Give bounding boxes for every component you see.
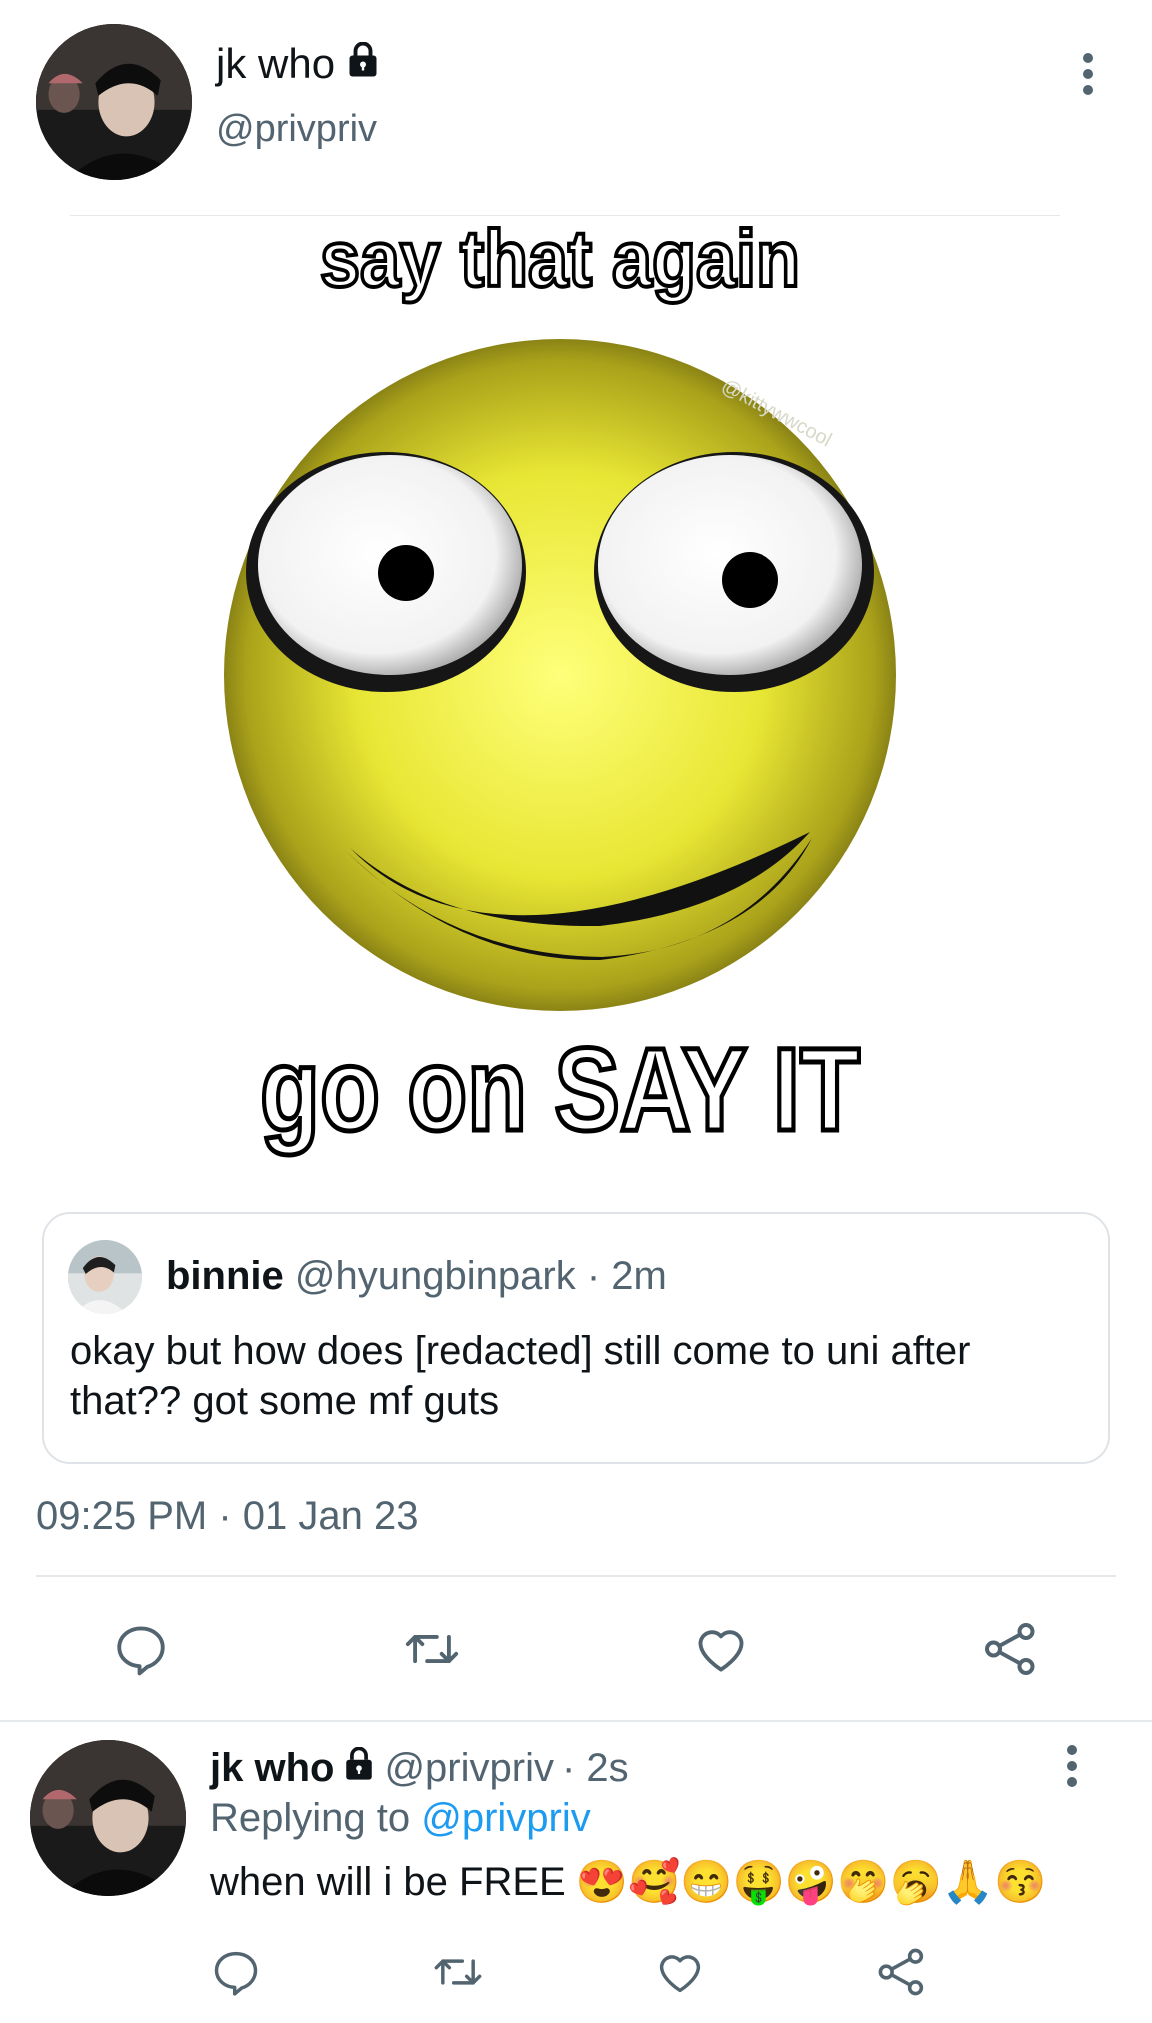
reply-icon[interactable]: [106, 1614, 176, 1684]
retweet-icon[interactable]: [397, 1614, 467, 1684]
emoji-row: 😍🥰😁🤑🤪🤭🥱🙏😚: [575, 1858, 1047, 1905]
timestamp-divider: [36, 1575, 1116, 1577]
reply-header: jk who @privpriv · 2s: [210, 1746, 629, 1791]
lock-icon: [345, 40, 381, 88]
like-icon[interactable]: [648, 1940, 712, 2004]
share-icon[interactable]: [976, 1614, 1046, 1684]
retweet-icon[interactable]: [426, 1940, 490, 2004]
tweet-timestamp[interactable]: 09:25 PM · 01 Jan 23: [36, 1494, 418, 1539]
more-options-icon[interactable]: [1068, 44, 1108, 104]
quoted-tweet-card[interactable]: binnie @hyungbinpark · 2m okay but how d…: [42, 1212, 1110, 1464]
reply-text: when will i be FREE 😍🥰😁🤑🤪🤭🥱🙏😚: [210, 1858, 1047, 1905]
replying-to-mention[interactable]: @privpriv: [421, 1796, 591, 1840]
meme-top-text: say that again: [320, 220, 800, 303]
author-name[interactable]: jk who: [216, 40, 381, 88]
media-divider: [70, 215, 1060, 216]
thread-divider: [0, 1720, 1152, 1722]
replying-to: Replying to @privpriv: [210, 1796, 591, 1840]
avatar-photo: [68, 1240, 142, 1314]
reply-author-handle[interactable]: @privpriv: [384, 1746, 554, 1791]
author-handle[interactable]: @privpriv: [216, 108, 377, 151]
quoted-author-avatar[interactable]: [68, 1240, 142, 1314]
quoted-author-name[interactable]: binnie: [166, 1254, 284, 1298]
reply-author-name[interactable]: jk who: [210, 1746, 334, 1791]
reply-author-avatar[interactable]: [30, 1740, 186, 1896]
quoted-tweet-time: · 2m: [586, 1254, 667, 1298]
share-icon[interactable]: [870, 1940, 934, 2004]
avatar-photo: [36, 24, 192, 180]
lock-icon: [342, 1746, 376, 1791]
reply-time: · 2s: [561, 1746, 629, 1790]
like-icon[interactable]: [686, 1614, 756, 1684]
meme-bottom-text: go on SAY IT: [260, 1024, 860, 1156]
avatar-photo: [30, 1740, 186, 1896]
quoted-tweet-text: okay but how does [redacted] still come …: [70, 1329, 971, 1423]
more-options-icon[interactable]: [1052, 1736, 1092, 1796]
author-avatar[interactable]: [36, 24, 192, 180]
quoted-author-handle[interactable]: @hyungbinpark: [295, 1254, 576, 1298]
meme-image[interactable]: say that again @kittywwcool go on SAY IT: [200, 220, 920, 1180]
quoted-tweet-header: binnie @hyungbinpark · 2m: [166, 1254, 667, 1299]
reply-icon[interactable]: [204, 1940, 268, 2004]
